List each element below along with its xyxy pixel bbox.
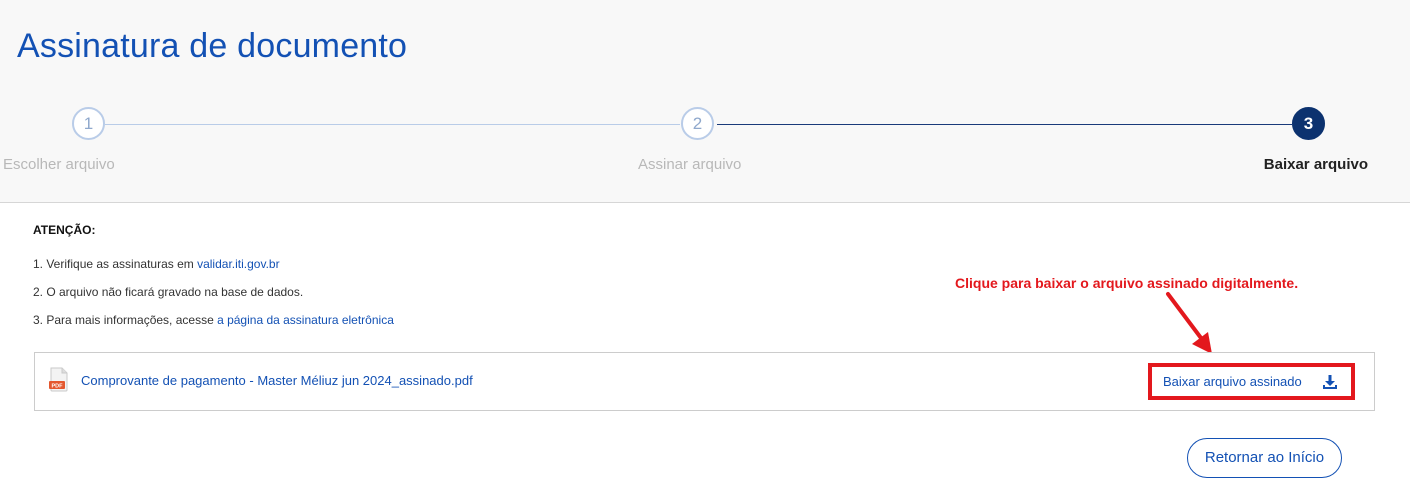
- download-icon: [1323, 375, 1337, 389]
- step-3-label: Baixar arquivo: [1263, 156, 1368, 173]
- step-3-indicator: 3: [1292, 107, 1325, 140]
- pdf-icon: PDF: [49, 367, 68, 392]
- step-2-label: Assinar arquivo: [638, 156, 742, 173]
- signed-file-name[interactable]: Comprovante de pagamento - Master Méliuz…: [81, 373, 473, 388]
- pdf-icon-label: PDF: [52, 383, 64, 389]
- validar-link[interactable]: validar.iti.gov.br: [197, 257, 279, 271]
- signed-file-row: PDF Comprovante de pagamento - Master Mé…: [34, 352, 1375, 411]
- notice-item-2: 2. O arquivo não ficará gravado na base …: [33, 285, 303, 299]
- step-2-indicator: 2: [681, 107, 714, 140]
- assinatura-eletronica-link[interactable]: a página da assinatura eletrônica: [217, 313, 394, 327]
- stepper-connector-1: [105, 124, 680, 125]
- notice-item-3-text: 3. Para mais informações, acesse: [33, 313, 218, 327]
- stepper-connector-2: [717, 124, 1292, 125]
- download-hint-annotation: Clique para baixar o arquivo assinado di…: [955, 275, 1299, 291]
- annotation-arrow-icon: [1166, 292, 1212, 354]
- page-header: Assinatura de documento 1 2 3 Escolher a…: [0, 0, 1410, 203]
- notice-item-2-text: 2. O arquivo não ficará gravado na base …: [33, 285, 304, 299]
- download-signed-file-button[interactable]: Baixar arquivo assinado: [1148, 363, 1355, 400]
- return-home-button[interactable]: Retornar ao Início: [1187, 438, 1342, 478]
- page-title: Assinatura de documento: [17, 27, 408, 65]
- notice-item-3: 3. Para mais informações, acesse a págin…: [33, 313, 394, 327]
- download-button-label: Baixar arquivo assinado: [1163, 374, 1302, 389]
- notice-item-1: 1. Verifique as assinaturas em validar.i…: [33, 257, 280, 271]
- step-1-indicator: 1: [72, 107, 105, 140]
- notice-item-1-text: 1. Verifique as assinaturas em: [33, 257, 198, 271]
- step-1-label: Escolher arquivo: [3, 156, 115, 173]
- notice-heading: ATENÇÃO:: [33, 223, 96, 237]
